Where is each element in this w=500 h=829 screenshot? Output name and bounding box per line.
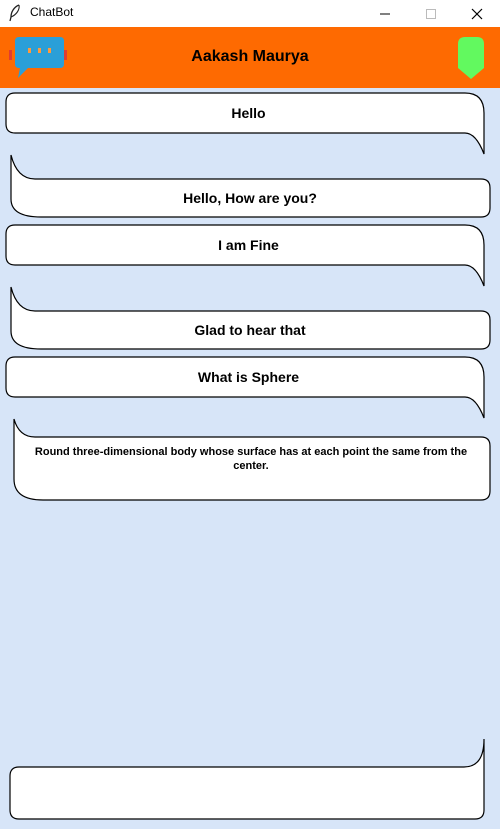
message-text: What is Sphere [197,369,300,385]
chat-message-user: What is Sphere [5,356,485,419]
maximize-button[interactable] [408,0,454,27]
chat-message-bot: Round three-dimensional body whose surfa… [13,418,492,502]
message-text: Hello [231,105,266,121]
message-input-box[interactable] [9,738,487,821]
message-input[interactable] [21,773,475,815]
chat-message-user: Hello [5,92,485,155]
chat-message-bot: Glad to hear that [10,286,492,351]
shield-icon[interactable] [456,35,486,81]
close-icon [471,8,483,19]
message-text: Hello, How are you? [183,190,317,206]
contact-name: Aakash Maurya [191,48,309,65]
message-text: Round three-dimensional body whose surfa… [34,446,468,472]
message-text: I am Fine [218,237,279,253]
maximize-icon [426,8,436,19]
chat-message-bot: Hello, How are you? [10,154,492,219]
feather-icon [9,4,20,22]
message-text: Glad to hear that [194,322,306,338]
window-title: ChatBot [30,5,74,19]
window-titlebar: ChatBot [0,0,500,27]
close-button[interactable] [454,0,500,27]
chat-header: Aakash Maurya [0,27,500,88]
minimize-icon [380,13,390,14]
chat-message-user: I am Fine [5,224,485,287]
minimize-button[interactable] [362,0,408,27]
